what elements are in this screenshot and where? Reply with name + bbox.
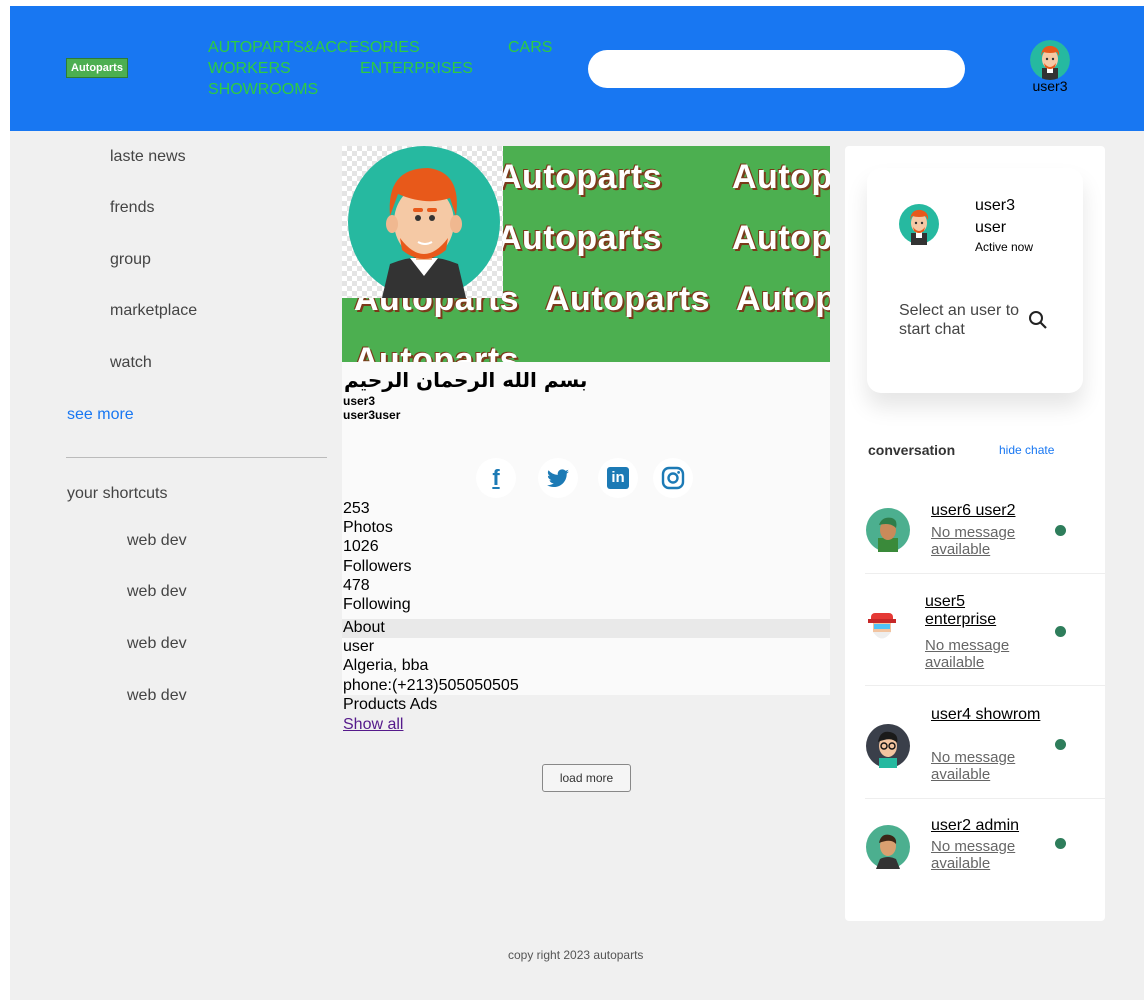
nav-link-autoparts-accesories[interactable]: AUTOPARTS&ACCESORIES [208,39,420,57]
stat-following-count: 478 [343,577,370,594]
contact-avatar-icon [868,611,896,647]
conversation-title: conversation [868,442,956,458]
contact-avatar-icon [866,825,910,869]
load-more-button[interactable]: load more [542,764,631,792]
hide-chat-link[interactable]: hide chate [999,443,1054,457]
cover-watermark: Autoparts [732,219,830,257]
online-status-dot [1055,739,1066,750]
shortcut-item[interactable]: web dev [127,532,187,550]
twitter-icon[interactable] [538,458,578,498]
profile-picture[interactable] [342,146,503,298]
cover-watermark: Autoparts [736,280,830,318]
about-title: About [343,619,385,636]
facebook-icon-glyph: f [492,465,500,490]
profile-bio: بسم الله الرحمان الرحيم [344,368,588,392]
show-all-link[interactable]: Show all [343,716,403,734]
my-status: Active now [975,240,1034,254]
nav-link-cars[interactable]: CARS [508,39,552,57]
my-name: user3 [975,197,1016,214]
linkedin-icon[interactable]: in [598,458,638,498]
stat-photos-count: 253 [343,500,370,517]
about-header-bar [342,619,830,638]
linkedin-icon-glyph: in [607,467,629,489]
profile-fullname: user3user [343,408,401,422]
about-role: user [343,638,375,655]
header-username: user3 [1032,78,1068,94]
contact-name[interactable]: user4 showrom [931,706,1041,724]
sidebar-item-marketplace[interactable]: marketplace [110,302,197,320]
shortcut-item[interactable]: web dev [127,583,187,601]
profile-info-box [342,362,830,619]
stat-photos-label: Photos [343,519,393,536]
contact-name[interactable]: user5 enterprise [925,593,1035,629]
contact-avatar-icon [866,508,910,552]
online-status-dot [1055,525,1066,536]
see-more-link[interactable]: see more [67,406,134,424]
chat-prompt: Select an user to start chat [899,302,1020,338]
about-location: Algeria, bba [343,657,429,674]
instagram-icon[interactable] [653,458,693,498]
cover-watermark: Autoparts [354,341,520,362]
site-logo[interactable]: Autoparts [66,58,128,78]
my-avatar-icon [899,197,939,251]
copyright-footer: copy right 2023 autoparts [508,948,644,962]
stat-following-label: Following [343,596,411,613]
products-ads-title: Products Ads [343,696,438,713]
nav-link-showrooms[interactable]: SHOWROOMS [208,81,318,99]
shortcuts-title: your shortcuts [67,485,168,502]
shortcut-item[interactable]: web dev [127,687,187,705]
contact-avatar-icon [866,724,910,768]
search-icon[interactable] [1028,310,1048,330]
cover-watermark: Autoparts [497,219,663,257]
shortcut-item[interactable]: web dev [127,635,187,653]
sidebar-item-watch[interactable]: watch [110,354,152,372]
facebook-icon[interactable]: f [476,458,516,498]
profile-username: user3 [343,394,376,408]
online-status-dot [1055,838,1066,849]
contact-last-message[interactable]: No message available [931,749,1036,783]
nav-link-workers[interactable]: WORKERS [208,60,291,78]
sidebar-divider [66,457,327,458]
top-header: Autoparts AUTOPARTS&ACCESORIES CARS WORK… [10,6,1144,131]
stat-followers-label: Followers [343,558,412,575]
about-phone: phone:(+213)505050505 [343,677,519,694]
cover-watermark: Autoparts [497,158,663,196]
user-avatar-icon [1030,40,1070,80]
page: Autoparts AUTOPARTS&ACCESORIES CARS WORK… [10,6,1144,1000]
contact-last-message[interactable]: No message available [931,838,1036,872]
contact-last-message[interactable]: No message available [931,524,1036,558]
search-input[interactable] [588,50,965,88]
my-role: user [975,219,1007,236]
online-status-dot [1055,626,1066,637]
contact-last-message[interactable]: No message available [925,637,1030,671]
sidebar-item-friends[interactable]: frends [110,199,154,217]
stat-followers-count: 1026 [343,538,379,555]
contact-name[interactable]: user2 admin [931,817,1019,835]
nav-link-enterprises[interactable]: ENTERPRISES [360,60,473,78]
cover-watermark: Autoparts [545,280,711,318]
cover-watermark: Autoparts [732,158,830,196]
sidebar-item-news[interactable]: laste news [110,148,186,166]
sidebar-item-group[interactable]: group [110,251,151,269]
contact-name[interactable]: user6 user2 [931,502,1016,520]
header-user[interactable]: user3 [1028,40,1072,94]
profile-avatar-icon [348,146,500,298]
